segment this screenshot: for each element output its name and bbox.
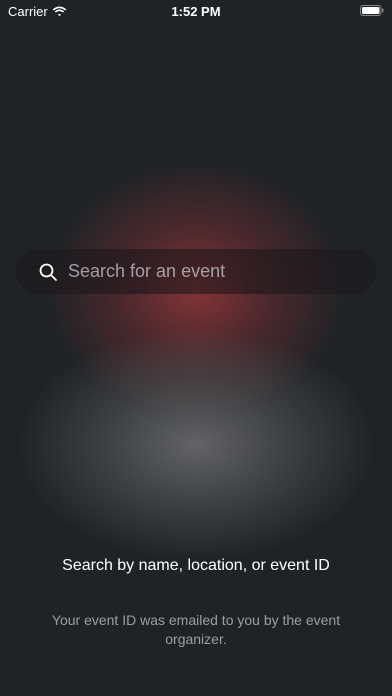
- status-bar: Carrier 1:52 PM: [0, 0, 392, 22]
- search-icon: [39, 263, 57, 281]
- background-glow: [0, 0, 392, 696]
- gray-glow: [20, 330, 372, 560]
- battery-icon: [360, 5, 384, 16]
- search-bar[interactable]: [16, 249, 376, 294]
- search-input[interactable]: [68, 261, 348, 282]
- hint-title: Search by name, location, or event ID: [62, 557, 330, 574]
- status-time: 1:52 PM: [171, 4, 221, 19]
- hint-subtitle: Your event ID was emailed to you by the …: [51, 612, 341, 647]
